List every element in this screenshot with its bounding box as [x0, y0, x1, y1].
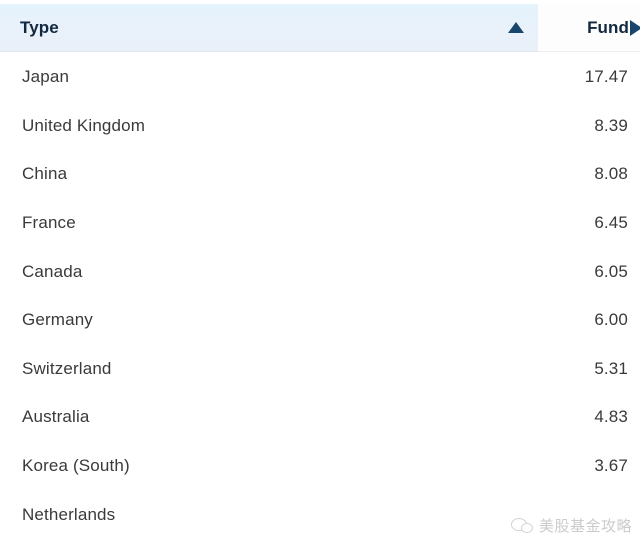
table-row[interactable]: Australia 4.83 [0, 393, 640, 442]
table-row[interactable]: France 6.45 [0, 198, 640, 248]
cell-type: Japan [22, 67, 70, 87]
cell-type: United Kingdom [22, 115, 146, 135]
cell-fund: 17.47 [584, 67, 628, 87]
cell-type: Korea (South) [22, 456, 130, 476]
column-header-fund-label: Fund [587, 17, 629, 37]
cell-type: China [22, 164, 68, 184]
cell-fund: 8.39 [594, 115, 628, 135]
column-header-type-label: Type [20, 17, 59, 37]
cell-type: Canada [22, 261, 83, 281]
table-row[interactable]: Canada 6.05 [0, 247, 640, 296]
cell-fund: 6.45 [594, 213, 628, 233]
triangle-up-icon[interactable] [508, 22, 524, 33]
table-row[interactable]: Switzerland 5.31 [0, 344, 640, 394]
cell-fund: 5.31 [594, 358, 628, 378]
table-body: Japan 17.47 United Kingdom 8.39 China 8.… [0, 53, 640, 539]
table-row[interactable]: United Kingdom 8.39 [0, 101, 640, 151]
table-row[interactable]: Japan 17.47 [0, 53, 640, 102]
cell-type: Switzerland [22, 358, 112, 378]
column-header-type[interactable]: Type [0, 4, 538, 52]
table-row[interactable]: Netherlands [0, 490, 640, 539]
table-row[interactable]: Korea (South) 3.67 [0, 441, 640, 491]
cell-fund: 8.08 [594, 164, 628, 184]
cell-type: Germany [22, 310, 93, 330]
table-row[interactable]: China 8.08 [0, 150, 640, 199]
cell-type: Netherlands [22, 504, 116, 524]
table-row[interactable]: Germany 6.00 [0, 295, 640, 345]
table-header-row: Type Fund [0, 4, 640, 52]
cell-fund: 6.05 [594, 261, 628, 281]
cell-fund: 4.83 [594, 407, 628, 427]
cell-type: France [22, 213, 76, 233]
cell-fund: 3.67 [594, 456, 628, 476]
triangle-right-icon[interactable] [630, 19, 640, 36]
column-header-fund[interactable]: Fund [538, 4, 640, 52]
cell-type: Australia [22, 407, 90, 427]
cell-fund: 6.00 [594, 310, 628, 330]
data-table: Type Fund Japan 17.47 United Kingdom 8.3… [0, 0, 640, 544]
